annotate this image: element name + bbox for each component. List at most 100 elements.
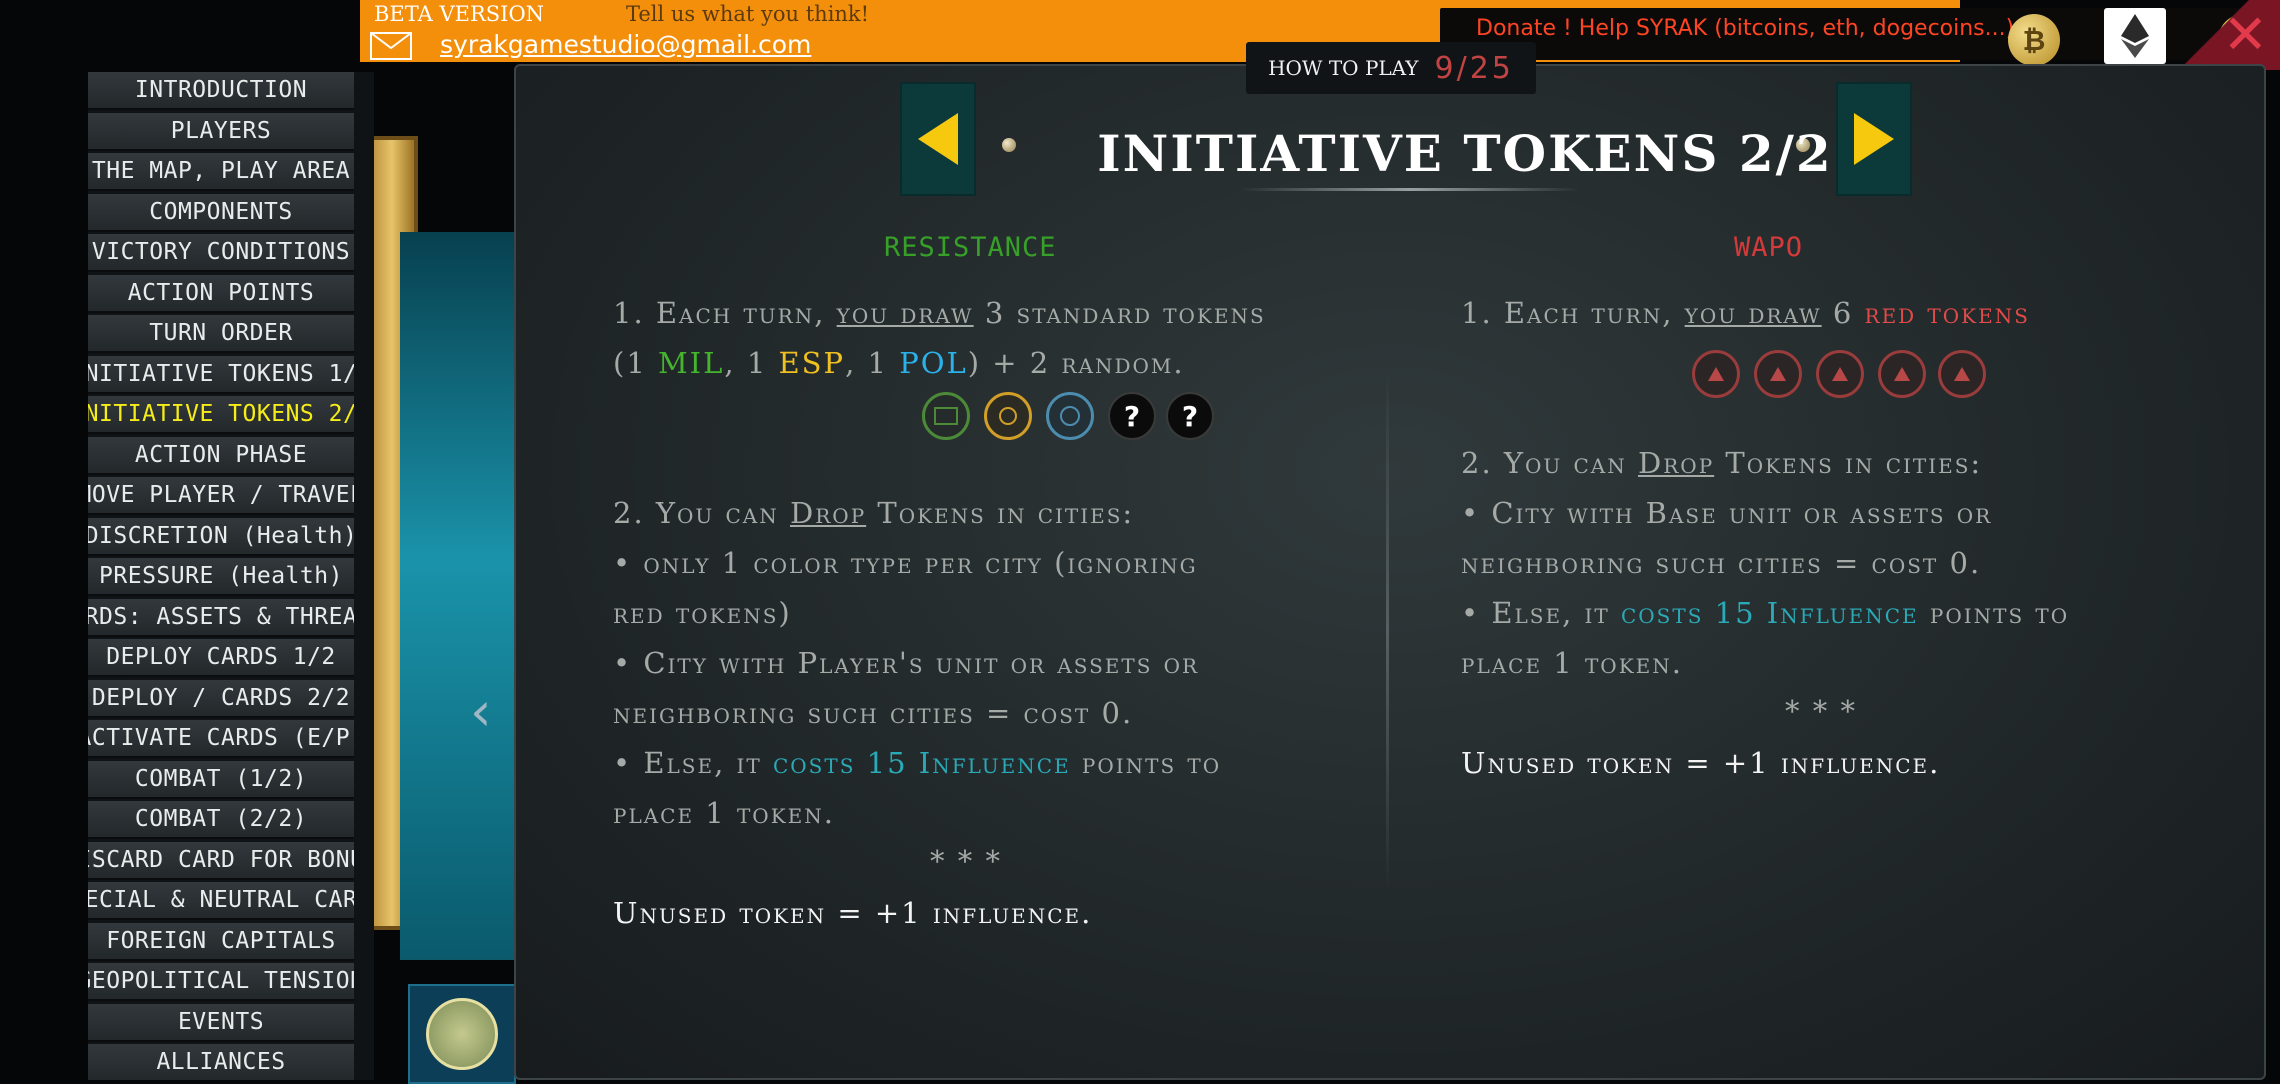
contact-email-link[interactable]: syrakgamestudio@gmail.com [440, 30, 811, 59]
feedback-prompt: Tell us what you think! [626, 2, 870, 26]
random-token-icon: ? [1108, 392, 1156, 440]
sidebar-item-label: FOREIGN CAPITALS [106, 927, 336, 954]
resistance-rule-1-line-2: (1 MIL, 1 ESP, 1 POL) + 2 random. [613, 346, 1185, 380]
column-divider [1386, 370, 1389, 890]
sidebar-item[interactable]: TURN ORDER [88, 315, 354, 353]
sidebar-item-label: ACTION POINTS [127, 279, 315, 306]
mail-icon[interactable] [370, 32, 412, 60]
wapo-bullet-2-line-2: place 1 token. [1461, 646, 1683, 680]
page-counter: 9/25 [1434, 50, 1514, 86]
sidebar-item[interactable]: INITIATIVE TOKENS 2/2 [88, 396, 354, 434]
resistance-rule-2: 2. You can Drop Tokens in cities: [613, 496, 1135, 530]
sidebar-item-label: PRESSURE (Health) [99, 563, 343, 589]
beta-label: BETA VERSION [374, 2, 545, 26]
bitcoin-icon[interactable]: ₿ [2008, 14, 2060, 66]
how-to-play-label: HOW TO PLAY [1268, 56, 1419, 80]
resistance-separator: * * * [930, 844, 1002, 878]
map-thumbnail-icon [426, 998, 498, 1070]
sidebar: INTRODUCTION PLAYERS THE MAP, PLAY AREA COM… [88, 72, 374, 1080]
sidebar-item[interactable]: DISCARD CARD FOR BONUS [88, 841, 354, 880]
title-underline [1240, 188, 1580, 191]
sidebar-item[interactable]: CARDS: ASSETS & THREATS [88, 598, 354, 637]
sidebar-item[interactable]: VICTORY CONDITIONS [88, 234, 354, 272]
wapo-separator: * * * [1785, 694, 1857, 728]
sidebar-item-label: ACTION PHASE [134, 441, 308, 468]
sidebar-item[interactable]: ACTION POINTS [88, 274, 354, 313]
wapo-bullet-1-line-2: neighboring such cities = cost 0. [1461, 546, 1982, 580]
board-map [400, 232, 520, 960]
pol-token-icon [1046, 392, 1094, 440]
resistance-rule-1-line-1: 1. Each turn, you draw 3 standard tokens [613, 296, 1266, 330]
red-token-icon [1816, 350, 1864, 398]
ethereum-icon[interactable] [2104, 8, 2166, 64]
sidebar-item[interactable]: PRESSURE (Health) [88, 558, 354, 596]
esp-token-icon [984, 392, 1032, 440]
donate-link[interactable]: Donate ! Help SYRAK (bitcoins, eth, doge… [1476, 16, 2014, 41]
sidebar-item-label: MOVE PLAYER / TRAVEL [88, 482, 354, 508]
sidebar-item-label: GEOPOLITICAL TENSION [88, 968, 354, 994]
mil-token-icon [922, 392, 970, 440]
sidebar-item-label: DEPLOY / CARDS 2/2 [91, 684, 351, 711]
wapo-bullet-2-line-1: • Else, it costs 15 Influence points to [1461, 596, 2070, 630]
chevron-left-icon[interactable]: ‹ [470, 680, 492, 743]
sidebar-item-label: ALLIANCES [156, 1049, 286, 1075]
sidebar-item[interactable]: FOREIGN CAPITALS [88, 922, 354, 961]
sidebar-item-label: CARDS: ASSETS & THREATS [88, 603, 354, 630]
sidebar-item-label: COMPONENTS [149, 198, 293, 225]
sidebar-item[interactable]: INITIATIVE TOKENS 1/2 [88, 355, 354, 394]
red-token-icon [1692, 350, 1740, 398]
wapo-unused-note: Unused token = +1 influence. [1461, 746, 1941, 780]
sidebar-item-label: INTRODUCTION [134, 77, 308, 103]
resistance-heading: RESISTANCE [884, 232, 1057, 263]
sidebar-item[interactable]: PLAYERS [88, 112, 354, 151]
sidebar-item-label: COMBAT (1/2) [134, 765, 308, 792]
sidebar-item-label: TURN ORDER [149, 320, 293, 346]
sidebar-item-label: EVENTS [177, 1008, 265, 1035]
wapo-rule-1: 1. Each turn, you draw 6 red tokens [1461, 296, 2030, 330]
sidebar-item[interactable]: MOVE PLAYER / TRAVEL [88, 477, 354, 515]
resistance-bullet-1-line-1: • only 1 color type per city (ignoring [613, 546, 1198, 580]
sidebar-item-label: DEPLOY CARDS 1/2 [106, 644, 336, 670]
sidebar-item-label: SPECIAL & NEUTRAL CARDS [88, 887, 354, 913]
how-to-play-header: HOW TO PLAY 9/25 [1246, 42, 1536, 94]
sidebar-item-label: VICTORY CONDITIONS [91, 239, 351, 265]
close-icon[interactable]: ✕ [2223, 8, 2268, 62]
sidebar-item[interactable]: DISCRETION (Health) [88, 517, 354, 556]
random-token-icon: ? [1166, 392, 1214, 440]
sidebar-item[interactable]: SPECIAL & NEUTRAL CARDS [88, 882, 354, 920]
sidebar-item[interactable]: ACTIVATE CARDS (E/P) [88, 720, 354, 758]
sidebar-item[interactable]: COMBAT (1/2) [88, 760, 354, 799]
beta-banner: BETA VERSION Tell us what you think! syr… [360, 0, 2280, 66]
sidebar-item[interactable]: ACTION PHASE [88, 436, 354, 475]
sidebar-item[interactable]: DEPLOY / CARDS 2/2 [88, 679, 354, 718]
wapo-rule-2: 2. You can Drop Tokens in cities: [1461, 446, 1983, 480]
previous-page-button[interactable] [900, 82, 976, 196]
board-thumbnail[interactable] [408, 984, 516, 1084]
arrow-left-icon [918, 113, 958, 165]
sidebar-item-label: PLAYERS [170, 117, 272, 144]
red-token-icon [1938, 350, 1986, 398]
sidebar-item[interactable]: COMPONENTS [88, 193, 354, 232]
sidebar-item[interactable]: THE MAP, PLAY AREA [88, 153, 354, 191]
sidebar-item[interactable]: INTRODUCTION [88, 72, 354, 110]
resistance-bullet-2-line-1: • City with Player's unit or assets or [613, 646, 1200, 680]
resistance-bullet-3-line-1: • Else, it costs 15 Influence points to [613, 746, 1222, 780]
wapo-heading: WAPO [1734, 232, 1804, 263]
resistance-bullet-2-line-2: neighboring such cities = cost 0. [613, 696, 1134, 730]
sidebar-item[interactable]: EVENTS [88, 1003, 354, 1042]
sidebar-item[interactable]: ALLIANCES [88, 1044, 354, 1080]
sidebar-item-label: ACTIVATE CARDS (E/P) [88, 725, 354, 751]
sidebar-item[interactable]: COMBAT (2/2) [88, 801, 354, 839]
page-title: INITIATIVE TOKENS 2/2 [1097, 124, 1833, 183]
sidebar-item-label: DISCRETION (Health) [88, 522, 354, 549]
sidebar-item-label: INITIATIVE TOKENS 1/2 [88, 360, 354, 387]
resistance-bullet-3-line-2: place 1 token. [613, 796, 835, 830]
sidebar-item-label: DISCARD CARD FOR BONUS [88, 846, 354, 873]
sidebar-item[interactable]: GEOPOLITICAL TENSION [88, 963, 354, 1001]
sidebar-item-label: THE MAP, PLAY AREA [91, 158, 351, 184]
sidebar-item[interactable]: DEPLOY CARDS 1/2 [88, 639, 354, 677]
rivet-decoration [1002, 138, 1016, 152]
wapo-bullet-1-line-1: • City with Base unit or assets or [1461, 496, 1993, 530]
resistance-unused-note: Unused token = +1 influence. [613, 896, 1093, 930]
red-token-icon [1878, 350, 1926, 398]
